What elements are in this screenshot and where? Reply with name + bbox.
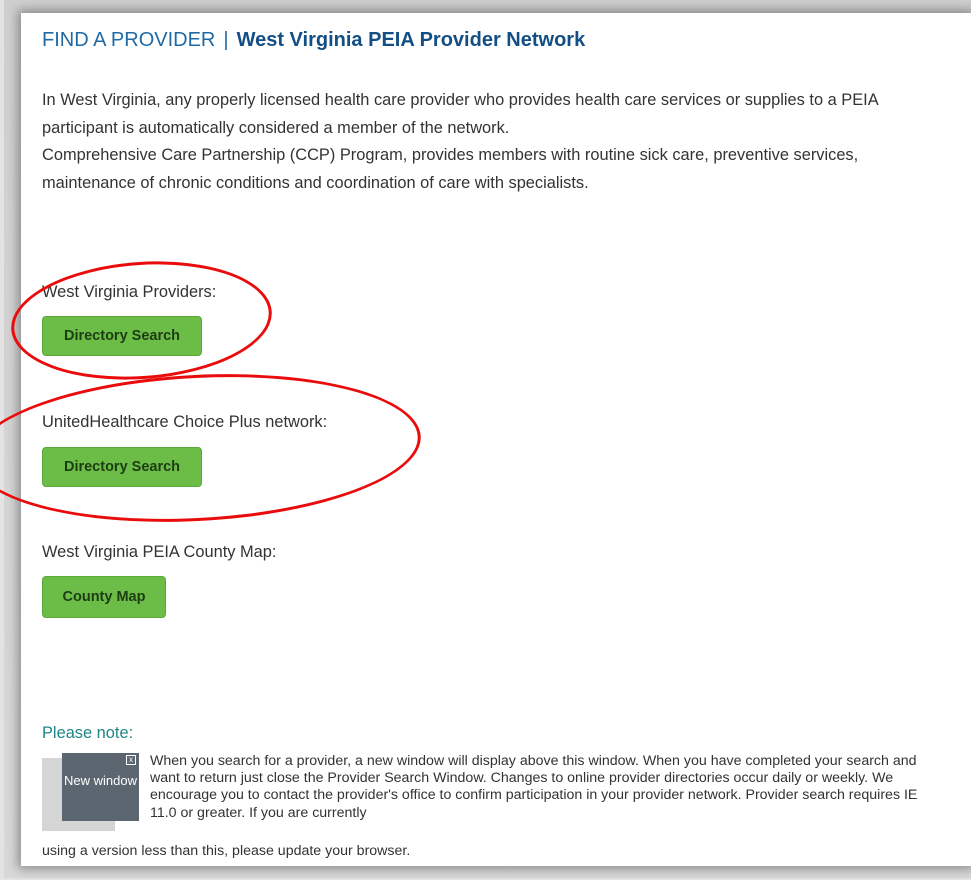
section-label: FIND A PROVIDER	[42, 29, 216, 51]
new-window-thumbnail: x New window	[62, 753, 139, 821]
note-tail: using a version less than this, please u…	[42, 843, 411, 859]
title-separator: |	[223, 29, 229, 51]
close-icon: x	[126, 755, 136, 765]
note-title: Please note:	[42, 724, 134, 742]
page-title: FIND A PROVIDER | West Virginia PEIA Provi…	[42, 29, 585, 52]
network-name: West Virginia PEIA Provider Network	[236, 29, 586, 51]
intro-paragraph-2: Comprehensive Care Partnership (CCP) Pro…	[42, 146, 859, 192]
note-body: When you search for a provider, a new wi…	[150, 753, 918, 821]
county-map-button[interactable]: County Map	[42, 576, 166, 618]
intro-paragraph-1: In West Virginia, any properly licensed …	[42, 91, 878, 137]
thumbnail-label: New window	[64, 773, 137, 788]
county-map-label: West Virginia PEIA County Map:	[42, 543, 277, 561]
intro-text: In West Virginia, any properly licensed …	[42, 87, 942, 197]
